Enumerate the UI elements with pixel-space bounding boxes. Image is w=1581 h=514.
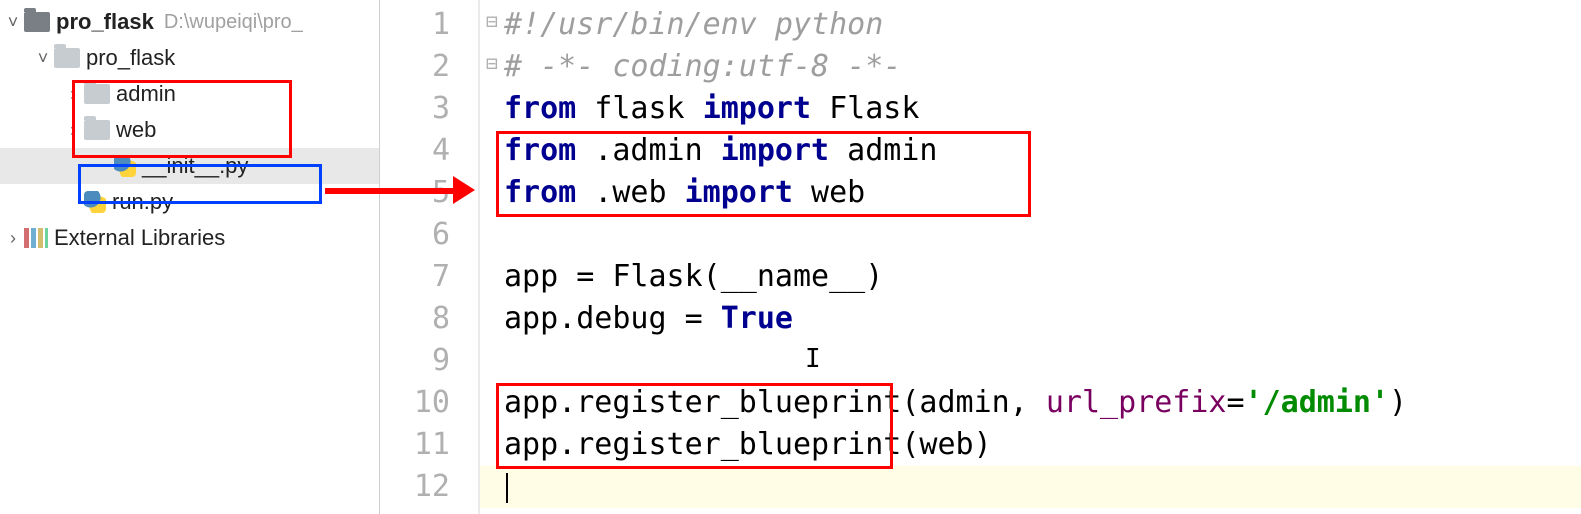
tree-item-extlib[interactable]: › External Libraries [0, 220, 379, 256]
text-caret [506, 473, 508, 503]
folder-icon [84, 120, 110, 140]
code-line: from .web import web [480, 172, 1581, 214]
chevron-right-icon[interactable]: › [64, 84, 82, 105]
tree-item-root[interactable]: ˅ pro_flask D:\wupeiqi\pro_ [0, 4, 379, 40]
tree-item-web[interactable]: › web [0, 112, 379, 148]
code-line: app.debug = True [480, 298, 1581, 340]
folder-icon [84, 84, 110, 104]
line-number: 1 [380, 4, 478, 46]
code-line: app.register_blueprint(admin, url_prefix… [480, 382, 1581, 424]
chevron-down-icon[interactable]: ˅ [34, 48, 52, 69]
code-line [480, 340, 1581, 382]
line-number: 4 [380, 130, 478, 172]
line-number: 5 [380, 172, 478, 214]
line-number: 11 [380, 424, 478, 466]
code-line: from flask import Flask [480, 88, 1581, 130]
code-line: app = Flask(__name__) [480, 256, 1581, 298]
tree-item-pkg[interactable]: ˅ pro_flask [0, 40, 379, 76]
line-number: 7 [380, 256, 478, 298]
tree-item-run[interactable]: › run.py [0, 184, 379, 220]
tree-item-init[interactable]: › __init__.py [0, 148, 379, 184]
folder-icon [24, 12, 50, 32]
fold-icon[interactable]: ⊟ [482, 51, 502, 75]
gutter: 1 2 3 4 5 6 7 8 9 10 11 12 [380, 0, 480, 514]
tree-label: web [116, 117, 156, 143]
code-line: #!/usr/bin/env python [480, 4, 1581, 46]
code-line: from .admin import admin [480, 130, 1581, 172]
chevron-down-icon[interactable]: ˅ [4, 12, 22, 33]
python-file-icon [84, 191, 106, 213]
python-file-icon [114, 155, 136, 177]
code-editor[interactable]: 1 2 3 4 5 6 7 8 9 10 11 12 ⊟ ⊟ #!/usr/bi… [380, 0, 1581, 514]
code-line [480, 466, 1581, 508]
line-number: 3 [380, 88, 478, 130]
tree-item-admin[interactable]: › admin [0, 76, 379, 112]
code-line: app.register_blueprint(web) [480, 424, 1581, 466]
line-number: 10 [380, 382, 478, 424]
folder-icon [54, 48, 80, 68]
chevron-right-icon[interactable]: › [4, 228, 22, 249]
code-line [480, 214, 1581, 256]
line-number: 6 [380, 214, 478, 256]
line-number: 8 [380, 298, 478, 340]
tree-label: pro_flask [86, 45, 175, 71]
tree-label: run.py [112, 189, 173, 215]
tree-path: D:\wupeiqi\pro_ [164, 11, 303, 34]
tree-label: External Libraries [54, 225, 225, 251]
fold-icon[interactable]: ⊟ [482, 9, 502, 33]
code-area[interactable]: ⊟ ⊟ #!/usr/bin/env python # -*- coding:u… [480, 0, 1581, 514]
code-line: # -*- coding:utf-8 -*- [480, 46, 1581, 88]
ide-root: ˅ pro_flask D:\wupeiqi\pro_ ˅ pro_flask … [0, 0, 1581, 514]
line-number: 9 [380, 340, 478, 382]
line-number: 12 [380, 466, 478, 508]
line-number: 2 [380, 46, 478, 88]
tree-label: __init__.py [142, 153, 248, 179]
tree-label: admin [116, 81, 176, 107]
chevron-right-icon[interactable]: › [64, 120, 82, 141]
project-tree[interactable]: ˅ pro_flask D:\wupeiqi\pro_ ˅ pro_flask … [0, 0, 380, 514]
libraries-icon [24, 228, 48, 248]
tree-label: pro_flask [56, 9, 154, 35]
